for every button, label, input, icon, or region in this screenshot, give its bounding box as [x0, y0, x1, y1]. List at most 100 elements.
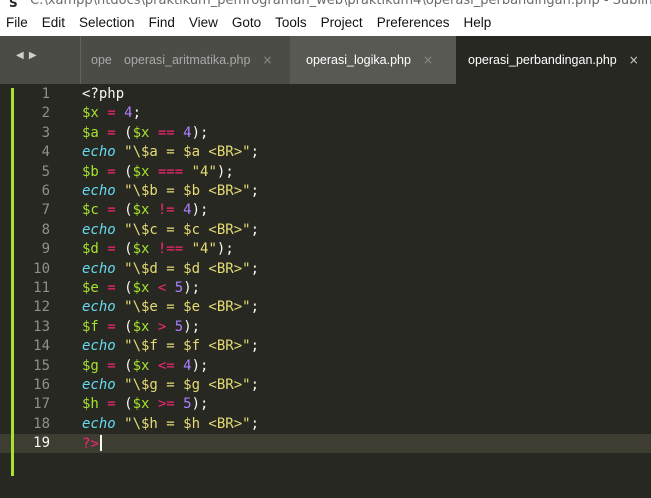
code-token: >= — [149, 396, 184, 413]
code-line[interactable]: $d = ($x !== "4"); — [82, 241, 234, 257]
code-token: ( — [124, 280, 133, 296]
line-number: 16 — [33, 377, 50, 393]
code-token: $x — [132, 357, 150, 374]
code-token: $e — [82, 280, 99, 296]
line-number: 18 — [33, 415, 50, 432]
code-token: $f — [82, 318, 99, 335]
tab-bar: ◀ ▶ opera operasi_aritmatika.php × opera… — [0, 36, 651, 84]
code-token: ; — [250, 299, 260, 316]
tab-operasi-perbandingan-active[interactable]: operasi_perbandingan.php × — [456, 36, 651, 84]
code-token: echo — [82, 415, 116, 432]
code-line[interactable]: echo "\$d = $d <BR>"; — [82, 261, 259, 277]
code-token: echo — [82, 338, 116, 355]
code-token: ; — [250, 377, 260, 393]
code-line[interactable]: echo "\$e = $e <BR>"; — [82, 299, 259, 315]
code-token: = — [98, 124, 125, 141]
code-token: ( — [124, 318, 133, 335]
code-line[interactable]: $c = ($x != 4); — [82, 202, 208, 218]
code-line[interactable]: $b = ($x === "4"); — [82, 164, 234, 180]
code-token: $a — [82, 124, 99, 141]
window-title: C:\xampp\htdocs\praktikum_pemrograman_we… — [30, 0, 651, 8]
code-line[interactable]: <?php — [82, 86, 124, 102]
code-token: == — [149, 124, 184, 141]
code-token: $x — [132, 396, 150, 413]
code-token: 4 — [183, 124, 192, 141]
code-line[interactable]: $h = ($x >= 5); — [82, 396, 208, 412]
code-token: "\$f = $f <BR>" — [115, 338, 251, 355]
line-number: 7 — [41, 202, 50, 219]
code-line[interactable]: echo "\$b = $b <BR>"; — [82, 183, 259, 199]
code-token: $c — [82, 202, 99, 219]
code-token: ); — [216, 241, 234, 258]
tab-label: operasi_logika.php — [306, 53, 411, 67]
code-token: $x — [132, 280, 150, 296]
code-line[interactable]: echo "\$a = $a <BR>"; — [82, 144, 259, 160]
line-number: 4 — [41, 144, 50, 161]
tab-nav-arrows-icon[interactable]: ◀ ▶ — [16, 50, 38, 61]
code-token: ); — [191, 396, 209, 413]
code-token: $d — [82, 241, 99, 258]
code-token: "\$c = $c <BR>" — [115, 221, 251, 238]
line-number: 11 — [33, 280, 50, 296]
code-line[interactable]: $f = ($x > 5); — [82, 319, 200, 335]
tab-close-icon[interactable]: × — [262, 53, 272, 67]
code-line[interactable]: $e = ($x < 5); — [82, 280, 200, 296]
code-line[interactable]: $a = ($x == 4); — [82, 125, 208, 141]
code-token: = — [98, 163, 125, 180]
code-token: ( — [124, 357, 133, 374]
code-token: 4 — [124, 105, 133, 122]
tab-operasi-aritmatika[interactable]: operasi_aritmatika.php × — [112, 36, 290, 84]
code-token: > — [149, 318, 175, 335]
menu-file[interactable]: File — [6, 15, 28, 30]
code-token: $h — [82, 396, 99, 413]
code-line[interactable]: $x = 4; — [82, 105, 141, 121]
code-line[interactable]: echo "\$c = $c <BR>"; — [82, 222, 259, 238]
code-line[interactable]: echo "\$h = $h <BR>"; — [82, 416, 259, 432]
code-token: $g — [82, 357, 99, 374]
menu-project[interactable]: Project — [321, 15, 363, 30]
code-token: < — [149, 280, 175, 296]
code-token: "4" — [191, 241, 217, 258]
code-token: 4 — [183, 202, 192, 219]
code-token: <= — [149, 357, 184, 374]
menu-edit[interactable]: Edit — [42, 15, 65, 30]
line-number: 14 — [33, 338, 50, 355]
code-token: ; — [250, 260, 260, 277]
menu-tools[interactable]: Tools — [275, 15, 307, 30]
code-token: = — [98, 357, 125, 374]
line-number: 13 — [33, 318, 50, 335]
code-token: $x — [82, 105, 99, 122]
code-token: ( — [124, 202, 133, 219]
line-number: 8 — [41, 221, 50, 238]
code-token: $x — [132, 241, 150, 258]
code-line[interactable]: echo "\$g = $g <BR>"; — [82, 377, 259, 393]
code-token: = — [98, 396, 125, 413]
app-icon: S — [9, 0, 18, 8]
code-token: ); — [191, 124, 209, 141]
code-token: ); — [191, 202, 209, 219]
code-editor[interactable]: 1 2 3 4 5 6 7 8 9 10 11 12 13 14 15 16 17 18 19 <?php $x = … — [0, 84, 651, 498]
code-token: $b — [82, 163, 99, 180]
text-cursor — [99, 435, 102, 452]
menu-view[interactable]: View — [189, 15, 218, 30]
line-number: 3 — [41, 124, 50, 141]
code-token: 5 — [174, 318, 184, 335]
menu-help[interactable]: Help — [464, 15, 492, 30]
tab-operasi-logika[interactable]: operasi_logika.php × — [290, 36, 456, 84]
code-line[interactable]: $g = ($x <= 4); — [82, 358, 208, 374]
menu-find[interactable]: Find — [149, 15, 175, 30]
code-token: 5 — [183, 396, 192, 413]
menu-preferences[interactable]: Preferences — [377, 15, 450, 30]
code-token: != — [149, 202, 184, 219]
code-line[interactable]: echo "\$f = $f <BR>"; — [82, 338, 259, 354]
code-line[interactable]: ?> — [82, 435, 102, 452]
menu-selection[interactable]: Selection — [79, 15, 135, 30]
tab-close-icon[interactable]: × — [629, 53, 639, 67]
code-token: === — [149, 163, 192, 180]
code-token: = — [98, 105, 125, 122]
menu-goto[interactable]: Goto — [232, 15, 261, 30]
code-token: 5 — [174, 280, 184, 296]
tab-close-icon[interactable]: × — [423, 53, 433, 67]
code-token: ( — [124, 163, 133, 180]
line-number: 12 — [33, 299, 50, 316]
